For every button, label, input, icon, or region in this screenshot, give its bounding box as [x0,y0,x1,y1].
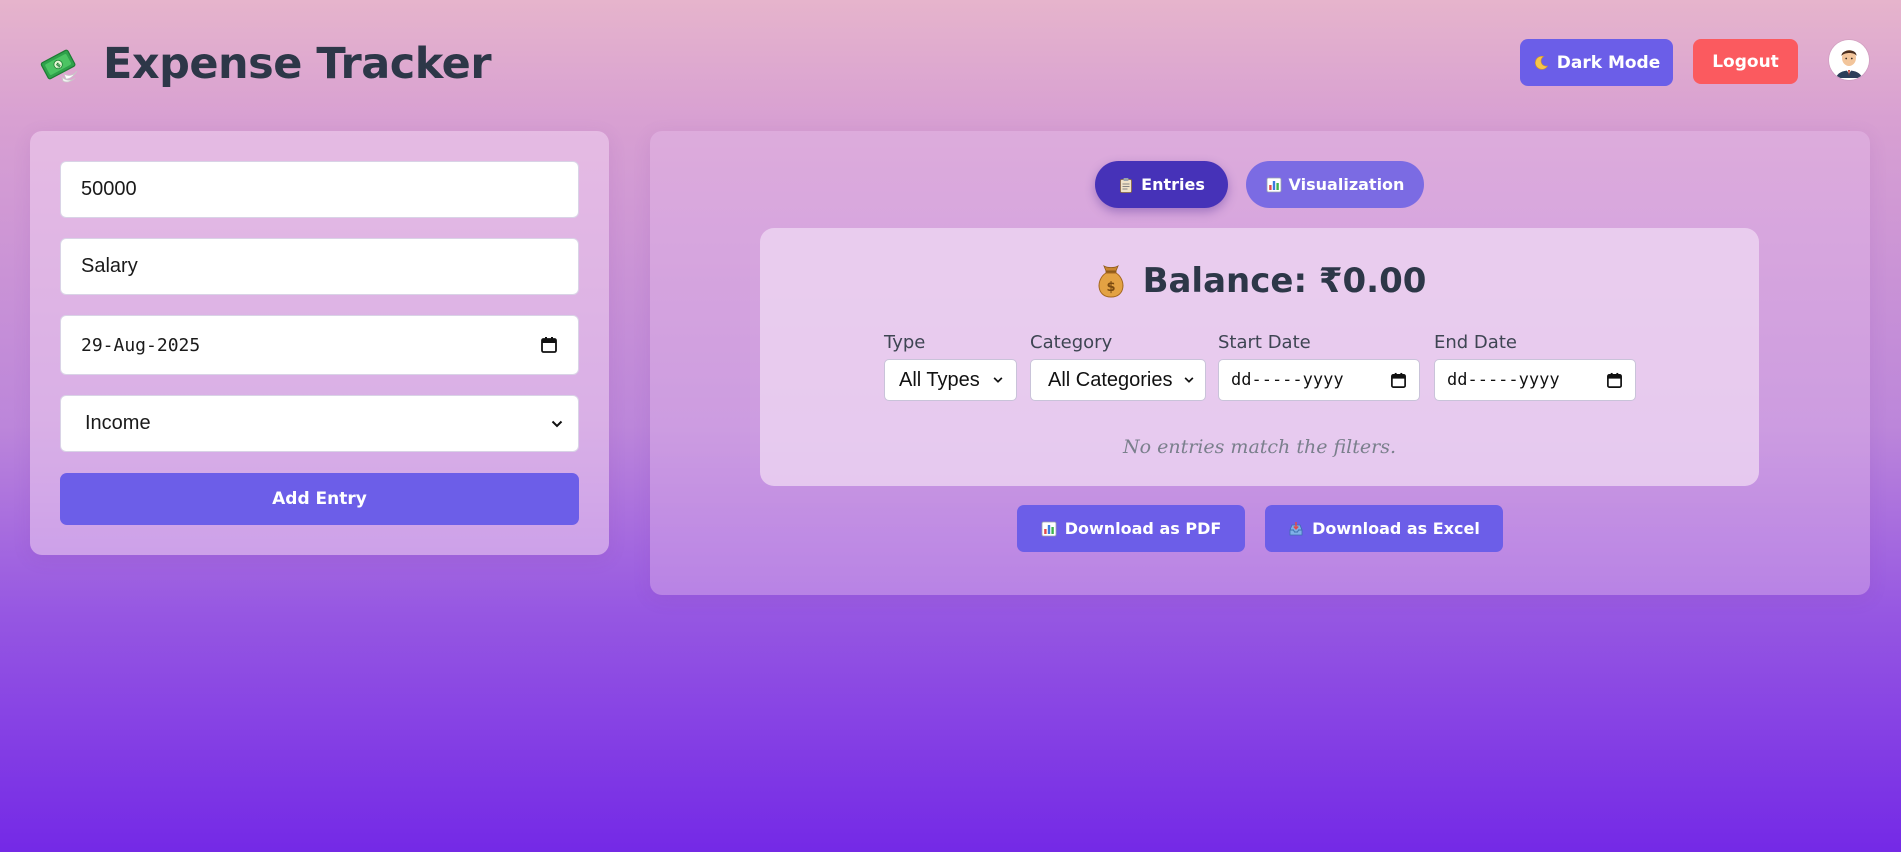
balance-text: Balance: ₹0.00 [1142,261,1427,301]
bar-chart-icon [1266,177,1281,192]
user-avatar-icon [1829,40,1869,80]
add-entry-button[interactable]: Add Entry [60,473,579,525]
chevron-down-icon [993,377,1003,383]
dark-mode-button[interactable]: Dark Mode [1520,39,1673,86]
calendar-icon[interactable] [540,336,558,354]
end-date-label: End Date [1434,332,1517,353]
clipboard-icon [1120,177,1133,193]
start-date-placeholder: dd-----yyyy [1231,370,1344,390]
svg-text:$: $ [1106,280,1115,295]
money-bag-icon: $ [1098,264,1123,298]
crescent-moon-icon [1534,55,1548,70]
empty-state-message: No entries match the filters. [1123,436,1396,458]
type-filter-value: All Types [899,368,980,391]
entry-form-card: 50000 Salary 29-Aug-2025 Income Add Entr… [30,131,609,555]
entry-type-select[interactable]: Income [60,395,579,452]
end-date-input[interactable]: dd-----yyyy [1434,359,1636,401]
download-excel-label: Download as Excel [1312,519,1480,538]
dark-mode-label: Dark Mode [1556,52,1661,73]
tab-entries-label: Entries [1141,175,1205,194]
amount-value: 50000 [81,178,137,200]
logout-button[interactable]: Logout [1693,39,1798,84]
download-pdf-label: Download as PDF [1064,519,1222,538]
category-filter-value: All Categories [1048,368,1173,391]
date-input[interactable]: 29-Aug-2025 [60,315,579,375]
start-date-input[interactable]: dd-----yyyy [1218,359,1420,401]
avatar[interactable] [1829,40,1869,80]
type-filter-select[interactable]: All Types [884,359,1017,401]
tab-entries[interactable]: Entries [1095,161,1228,208]
bar-chart-icon [1041,521,1057,536]
category-filter-label: Category [1030,332,1113,353]
description-value: Salary [81,255,138,277]
tab-visualization[interactable]: Visualization [1246,161,1424,208]
chevron-down-icon [551,420,563,427]
entries-panel: Entries Visualization $ Balance: ₹0.00 T… [650,131,1870,595]
balance-card: $ Balance: ₹0.00 Type All Types Category… [760,228,1759,486]
category-filter-select[interactable]: All Categories [1030,359,1206,401]
description-input[interactable]: Salary [60,238,579,295]
download-excel-button[interactable]: Download as Excel [1265,505,1503,552]
money-with-wings-icon: $ [40,49,78,83]
amount-input[interactable]: 50000 [60,161,579,218]
entry-type-value: Income [85,412,151,434]
end-date-placeholder: dd-----yyyy [1447,370,1560,390]
tab-visualization-label: Visualization [1288,175,1405,194]
calendar-icon[interactable] [1390,372,1407,389]
calendar-icon[interactable] [1606,372,1623,389]
inbox-tray-icon [1289,521,1303,535]
start-date-label: Start Date [1218,332,1311,353]
download-pdf-button[interactable]: Download as PDF [1017,505,1245,552]
chevron-down-icon [1184,377,1194,383]
balance-row: $ Balance: ₹0.00 [760,256,1759,306]
page-title: Expense Tracker [103,39,492,89]
date-value: 29-Aug-2025 [81,334,201,356]
type-filter-label: Type [884,332,926,353]
